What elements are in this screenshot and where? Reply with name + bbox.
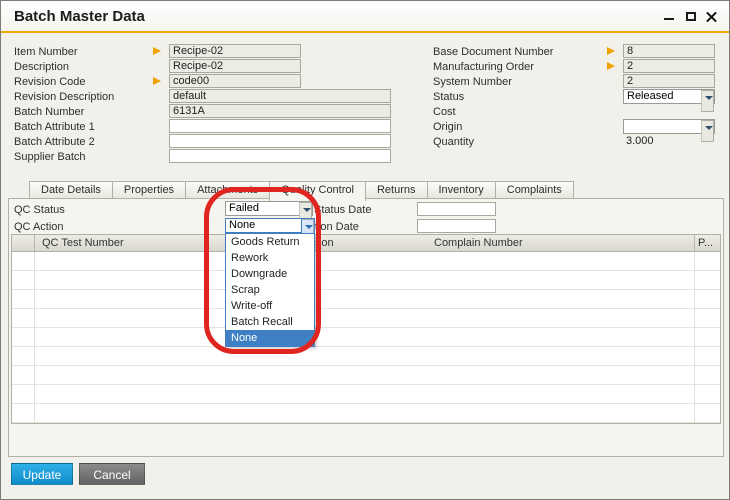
base-document-number-label: Base Document Number <box>433 45 553 59</box>
link-arrow-icon[interactable] <box>607 47 615 55</box>
batch-number-field: 6131A <box>169 104 391 118</box>
maximize-icon[interactable] <box>683 9 699 24</box>
qc-action-value: None <box>229 219 255 232</box>
qc-action-select[interactable]: None <box>225 218 315 233</box>
link-arrow-icon[interactable] <box>607 62 615 70</box>
batch-attribute-1-input[interactable] <box>169 119 391 133</box>
dropdown-item-batch-recall[interactable]: Batch Recall <box>226 314 314 330</box>
table-row[interactable] <box>12 366 720 385</box>
title-bar: Batch Master Data <box>1 1 729 33</box>
quantity-value: 3.000 <box>626 135 654 147</box>
tab-complaints[interactable]: Complaints <box>495 181 574 199</box>
tab-quality-control[interactable]: Quality Control <box>269 181 366 201</box>
tab-strip: Date Details Properties Attachments Qual… <box>29 181 573 201</box>
item-number-label: Item Number <box>14 45 78 59</box>
window-title: Batch Master Data <box>14 8 145 25</box>
supplier-batch-input[interactable] <box>169 149 391 163</box>
column-divider <box>694 235 695 251</box>
link-arrow-icon[interactable] <box>153 77 161 85</box>
status-label: Status <box>433 90 464 104</box>
table-row[interactable] <box>12 347 720 366</box>
manufacturing-order-field: 2 <box>623 59 715 73</box>
cancel-button[interactable]: Cancel <box>79 463 145 485</box>
status-date-input[interactable] <box>417 202 496 216</box>
dropdown-item-scrap[interactable]: Scrap <box>226 282 314 298</box>
batch-attribute-1-label: Batch Attribute 1 <box>14 120 95 134</box>
dropdown-item-goods-return[interactable]: Goods Return <box>226 234 314 250</box>
revision-description-field: default <box>169 89 391 103</box>
manufacturing-order-label: Manufacturing Order <box>433 60 534 74</box>
description-field: Recipe-02 <box>169 59 301 73</box>
chevron-down-icon[interactable] <box>701 90 714 112</box>
complain-number-column: Complain Number <box>434 237 523 249</box>
qc-test-number-column: QC Test Number <box>42 237 124 249</box>
close-icon[interactable] <box>703 9 719 24</box>
tab-date-details[interactable]: Date Details <box>29 181 113 199</box>
qc-action-dropdown-list: Goods Return Rework Downgrade Scrap Writ… <box>225 233 315 347</box>
update-button[interactable]: Update <box>11 463 73 485</box>
cost-label: Cost <box>433 105 456 119</box>
system-number-label: System Number <box>433 75 512 89</box>
dropdown-item-rework[interactable]: Rework <box>226 250 314 266</box>
batch-attribute-2-label: Batch Attribute 2 <box>14 135 95 149</box>
column-divider <box>694 252 695 423</box>
qc-tests-table: QC Test Number Action Complain Number P.… <box>11 234 721 424</box>
revision-code-label: Revision Code <box>14 75 86 89</box>
chevron-down-icon[interactable] <box>701 120 714 142</box>
quantity-label: Quantity <box>433 135 474 149</box>
column-divider <box>34 252 35 423</box>
table-row[interactable] <box>12 252 720 271</box>
batch-number-label: Batch Number <box>14 105 84 119</box>
link-arrow-icon[interactable] <box>153 47 161 55</box>
action-date-input[interactable] <box>417 219 496 233</box>
supplier-batch-label: Supplier Batch <box>14 150 86 164</box>
description-label: Description <box>14 60 69 74</box>
item-number-field: Recipe-02 <box>169 44 301 58</box>
column-divider <box>34 235 35 251</box>
dropdown-item-none[interactable]: None <box>226 330 314 346</box>
table-row[interactable] <box>12 309 720 328</box>
revision-code-field: code00 <box>169 74 301 88</box>
qc-action-label: QC Action <box>14 220 64 234</box>
status-select-value: Released <box>627 90 673 103</box>
dropdown-item-downgrade[interactable]: Downgrade <box>226 266 314 282</box>
minimize-icon[interactable] <box>661 9 677 24</box>
status-date-label: Status Date <box>314 203 371 217</box>
batch-attribute-2-input[interactable] <box>169 134 391 148</box>
revision-description-label: Revision Description <box>14 90 114 104</box>
tab-properties[interactable]: Properties <box>112 181 186 199</box>
tab-returns[interactable]: Returns <box>365 181 428 199</box>
truncated-column: P... <box>698 237 713 249</box>
table-row[interactable] <box>12 404 720 423</box>
qc-status-select[interactable]: Failed <box>225 201 313 216</box>
table-row[interactable] <box>12 385 720 404</box>
table-row[interactable] <box>12 290 720 309</box>
table-row[interactable] <box>12 328 720 347</box>
qc-status-value: Failed <box>229 202 259 215</box>
dropdown-item-write-off[interactable]: Write-off <box>226 298 314 314</box>
status-select[interactable]: Released <box>623 89 715 104</box>
qc-status-label: QC Status <box>14 203 65 217</box>
origin-select[interactable] <box>623 119 715 134</box>
base-document-number-field: 8 <box>623 44 715 58</box>
origin-label: Origin <box>433 120 462 134</box>
table-header: QC Test Number Action Complain Number P.… <box>12 235 720 252</box>
tab-attachments[interactable]: Attachments <box>185 181 270 199</box>
system-number-field: 2 <box>623 74 715 88</box>
batch-master-data-window: Batch Master Data Item Number Recipe-02 … <box>0 0 730 500</box>
tab-inventory[interactable]: Inventory <box>427 181 496 199</box>
table-row[interactable] <box>12 271 720 290</box>
